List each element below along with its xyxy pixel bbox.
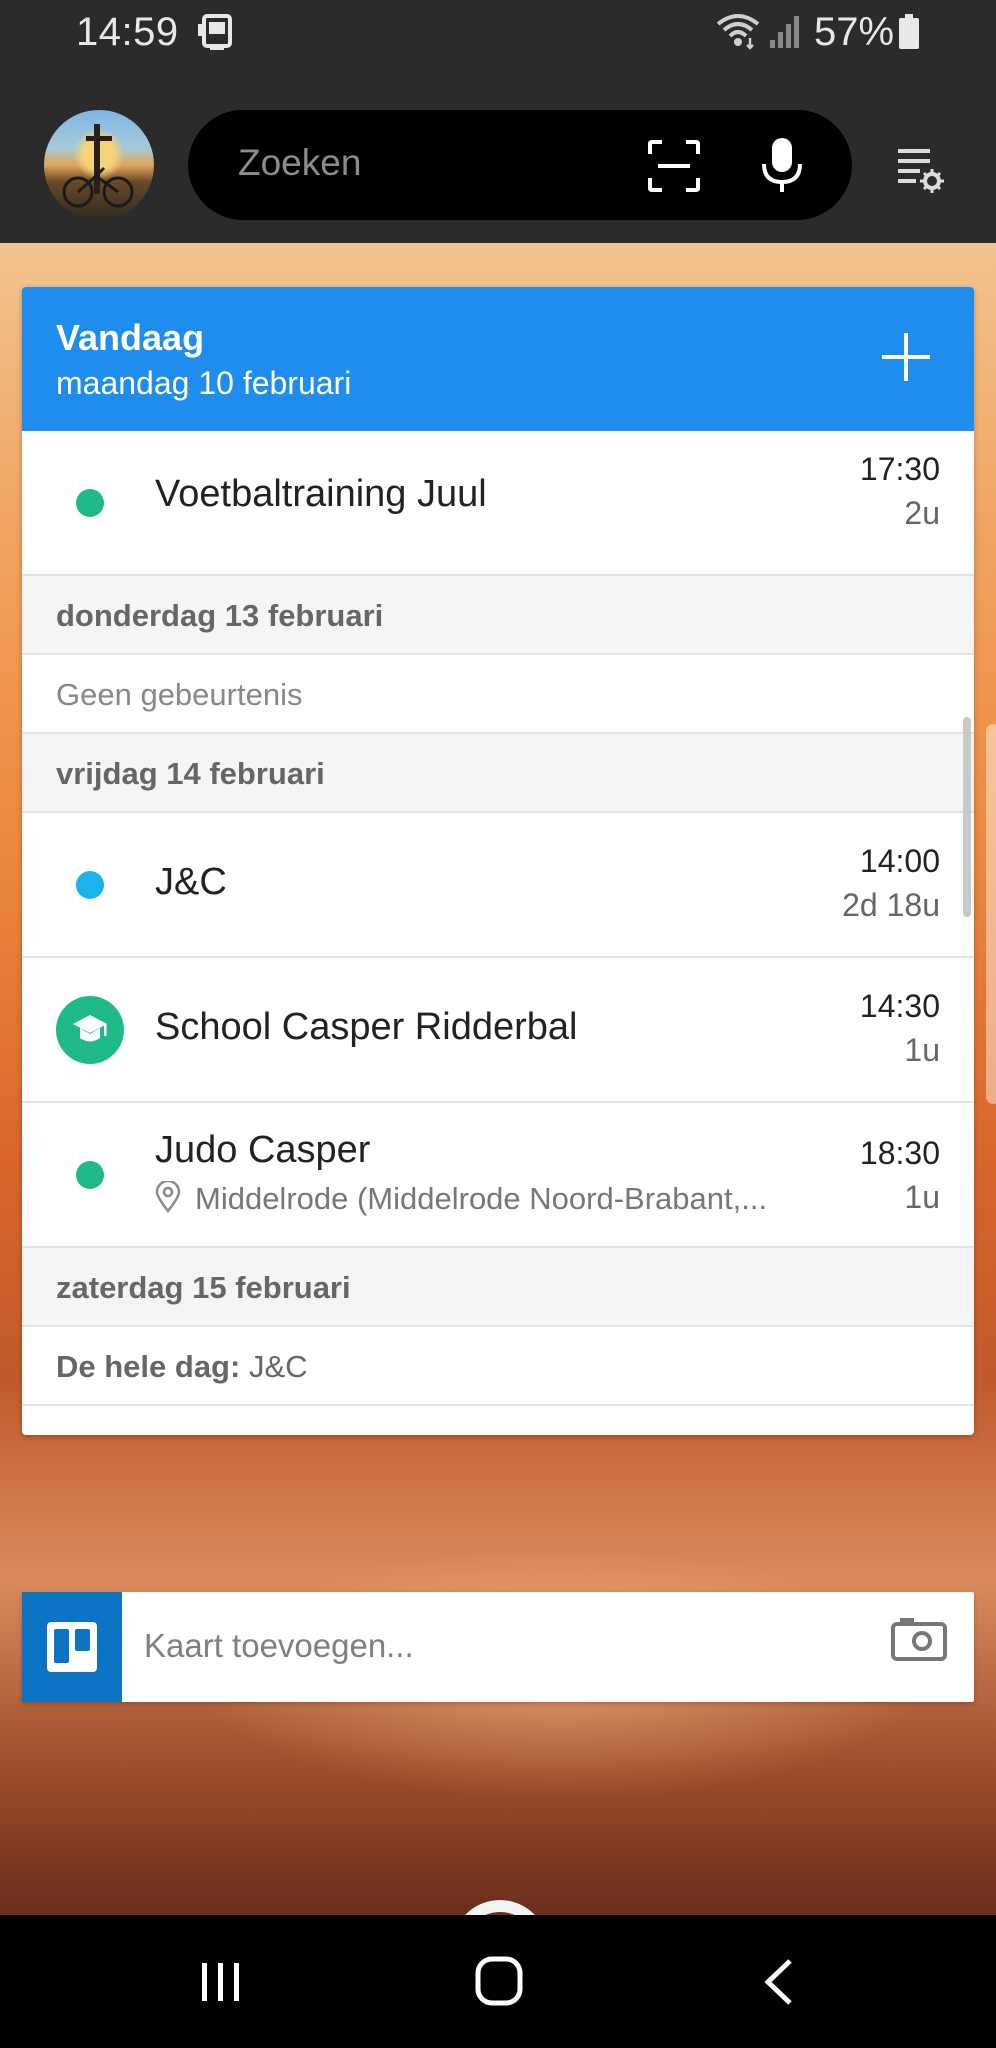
edge-panel-handle[interactable] bbox=[986, 724, 996, 1104]
event-duration: 1u bbox=[904, 1179, 940, 1215]
event-time: 17:30 bbox=[859, 451, 940, 487]
settings-icon[interactable] bbox=[896, 145, 944, 193]
event-duration: 2d 18u bbox=[842, 887, 940, 923]
navigation-bar bbox=[0, 1915, 996, 2048]
allday-prefix: De hele dag: bbox=[56, 1349, 241, 1384]
signal-icon bbox=[770, 16, 799, 48]
event-location-text: Middelrode (Middelrode Noord-Brabant,... bbox=[195, 1181, 768, 1216]
home-icon[interactable] bbox=[474, 1955, 524, 2007]
day-header: vrijdag 14 februari bbox=[22, 734, 974, 813]
calendar-header[interactable]: Vandaag maandag 10 februari bbox=[22, 287, 974, 431]
recent-apps-icon[interactable] bbox=[198, 1959, 244, 2005]
phone-icon bbox=[198, 14, 232, 50]
school-icon bbox=[73, 1015, 107, 1042]
event-time: 14:00 bbox=[859, 843, 940, 879]
event-duration: 1u bbox=[904, 1032, 940, 1068]
scrollbar[interactable] bbox=[963, 717, 971, 917]
event-color-dot bbox=[76, 489, 104, 517]
add-card-input[interactable]: Kaart toevoegen... bbox=[144, 1627, 414, 1665]
trello-widget: Kaart toevoegen... bbox=[22, 1592, 974, 1702]
wifi-icon bbox=[716, 14, 760, 50]
allday-event: De hele dag: J&C bbox=[56, 1349, 308, 1385]
event-row[interactable]: J&C 14:00 2d 18u bbox=[22, 813, 974, 958]
school-event-badge bbox=[56, 996, 124, 1064]
search-header: Zoeken bbox=[0, 70, 996, 243]
add-event-icon[interactable] bbox=[878, 329, 934, 385]
allday-event-row[interactable]: De hele dag: J&C bbox=[22, 1327, 974, 1406]
event-title: School Casper Ridderbal bbox=[155, 1006, 578, 1048]
event-location: Middelrode (Middelrode Noord-Brabant,... bbox=[155, 1181, 855, 1217]
location-pin-icon bbox=[155, 1181, 181, 1213]
event-row[interactable]: School Casper Ridderbal 14:30 1u bbox=[22, 958, 974, 1103]
event-row[interactable]: Judo Casper Middelrode (Middelrode Noord… bbox=[22, 1103, 974, 1248]
trello-icon bbox=[47, 1622, 97, 1672]
allday-title: J&C bbox=[248, 1349, 308, 1384]
camera-icon[interactable] bbox=[890, 1616, 948, 1662]
event-title: Voetbaltraining Juul bbox=[155, 473, 487, 515]
event-row[interactable]: Voetbaltraining Juul 17:30 2u bbox=[22, 431, 974, 576]
scan-icon[interactable] bbox=[648, 140, 700, 192]
trello-logo[interactable] bbox=[22, 1592, 122, 1702]
day-label: zaterdag 15 februari bbox=[56, 1270, 351, 1305]
calendar-date: maandag 10 februari bbox=[56, 365, 352, 401]
event-title: J&C bbox=[155, 861, 227, 903]
bicycle-photo bbox=[62, 124, 134, 208]
status-time: 14:59 bbox=[76, 10, 179, 54]
day-header: zaterdag 15 februari bbox=[22, 1248, 974, 1327]
battery-percentage: 57% bbox=[814, 10, 895, 54]
back-icon[interactable] bbox=[758, 1957, 798, 2007]
event-color-dot bbox=[76, 871, 104, 899]
dock-indicator bbox=[452, 1900, 548, 1915]
mic-icon[interactable] bbox=[760, 136, 804, 194]
event-title: Judo Casper bbox=[155, 1129, 371, 1171]
day-label: donderdag 13 februari bbox=[56, 598, 384, 633]
calendar-widget: Vandaag maandag 10 februari Voetbaltrain… bbox=[22, 287, 974, 1435]
no-events-label: Geen gebeurtenis bbox=[56, 677, 303, 712]
status-bar: 14:59 57% bbox=[0, 0, 996, 70]
battery-icon bbox=[899, 14, 919, 49]
avatar[interactable] bbox=[44, 110, 154, 220]
search-placeholder: Zoeken bbox=[238, 142, 362, 183]
event-duration: 2u bbox=[904, 495, 940, 531]
calendar-title: Vandaag bbox=[56, 317, 205, 358]
day-header: donderdag 13 februari bbox=[22, 576, 974, 655]
event-color-dot bbox=[76, 1161, 104, 1189]
search-input[interactable]: Zoeken bbox=[188, 110, 852, 220]
event-time: 14:30 bbox=[859, 988, 940, 1024]
event-time: 18:30 bbox=[859, 1135, 940, 1171]
day-label: vrijdag 14 februari bbox=[56, 756, 325, 791]
no-events-row: Geen gebeurtenis bbox=[22, 655, 974, 734]
